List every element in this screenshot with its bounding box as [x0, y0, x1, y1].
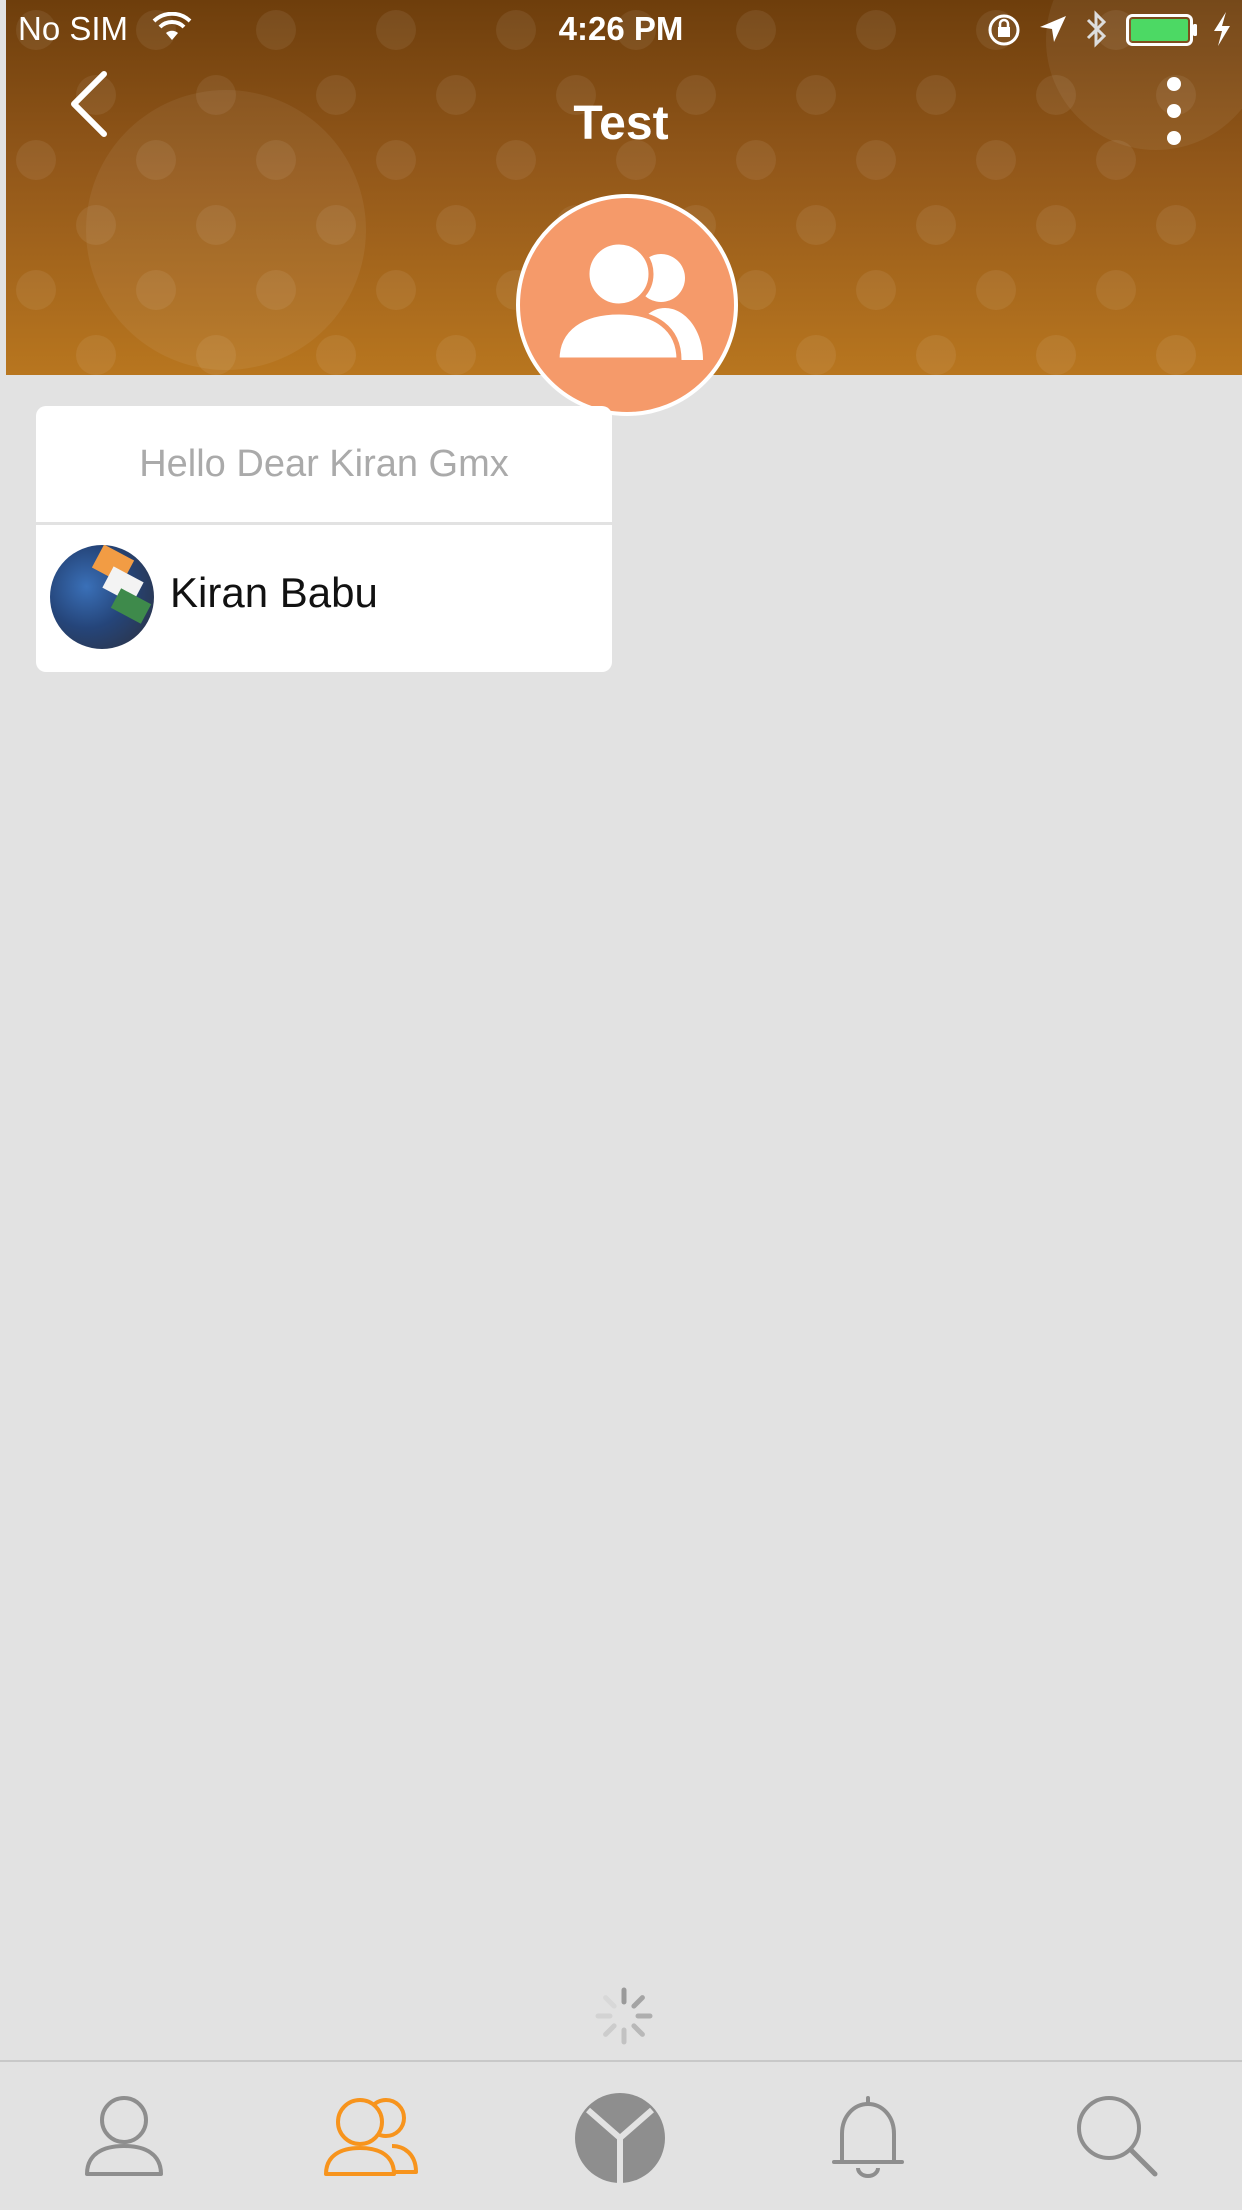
bluetooth-icon	[1086, 10, 1107, 48]
tab-profile[interactable]	[74, 2092, 174, 2182]
more-options-button[interactable]	[1156, 76, 1192, 148]
tab-notifications[interactable]	[818, 2092, 918, 2182]
group-avatar[interactable]	[516, 194, 738, 416]
tab-groups[interactable]	[322, 2092, 422, 2182]
tab-home[interactable]	[570, 2092, 670, 2183]
loading-spinner-icon	[595, 1987, 653, 2045]
member-name: Kiran Babu	[170, 569, 378, 616]
member-row[interactable]: Kiran Babu	[36, 525, 612, 672]
notifications-bell-icon	[832, 2096, 904, 2178]
status-bar: No SIM 4:26 PM	[0, 0, 1242, 60]
more-vertical-icon	[1167, 77, 1181, 145]
battery-icon	[1126, 14, 1197, 46]
group-card: Hello Dear Kiran Gmx Kiran Babu	[36, 406, 612, 672]
group-message: Hello Dear Kiran Gmx	[36, 406, 612, 525]
orientation-lock-icon	[988, 14, 1020, 46]
tab-search[interactable]	[1066, 2092, 1166, 2182]
tab-bar	[0, 2060, 1242, 2210]
group-icon	[557, 242, 703, 362]
profile-icon	[85, 2096, 163, 2176]
charging-icon	[1214, 12, 1230, 46]
page-title: Test	[573, 97, 669, 150]
home-logo-icon	[575, 2093, 665, 2183]
groups-icon	[324, 2098, 418, 2176]
search-icon	[1077, 2096, 1158, 2177]
member-avatar	[50, 545, 154, 649]
location-icon	[1040, 16, 1066, 42]
